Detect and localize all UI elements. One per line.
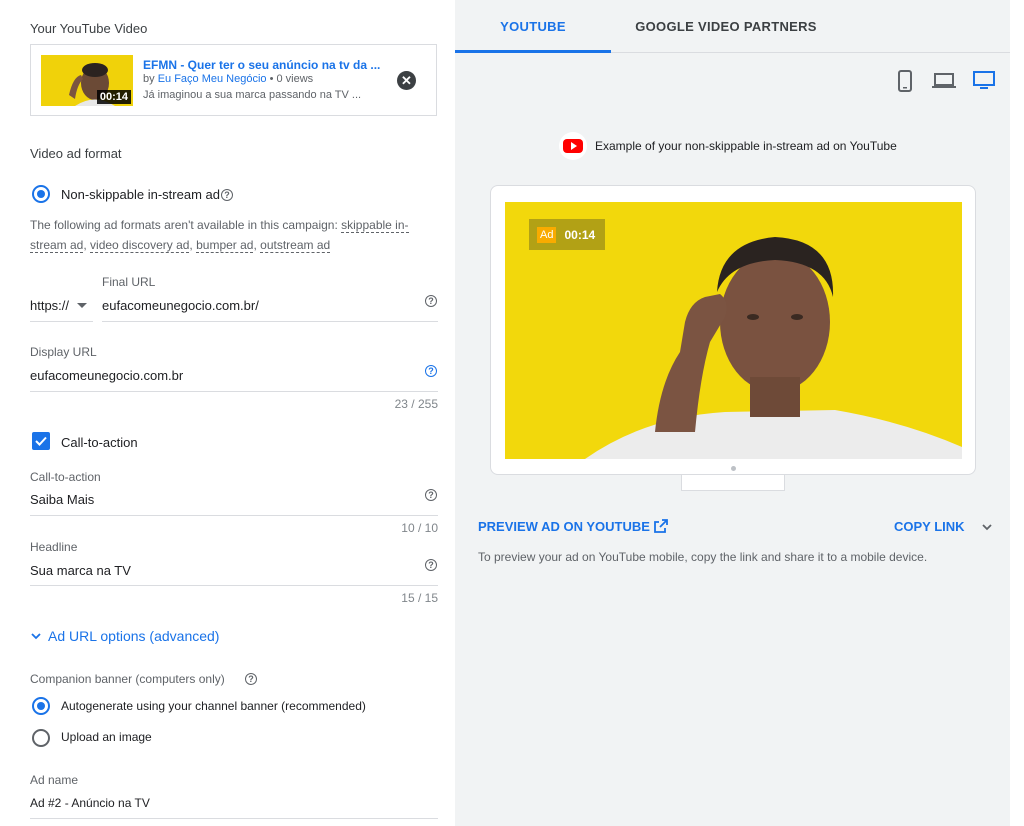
format-outstream[interactable]: outstream ad [260,238,331,253]
mobile-icon[interactable] [898,70,912,92]
upload-image-radio[interactable] [32,729,50,747]
upload-image-label: Upload an image [61,730,152,744]
display-url-underline [30,391,438,392]
protocol-value: https:// [30,298,70,313]
preview-on-youtube-link[interactable]: PREVIEW AD ON YOUTUBE [478,518,669,534]
preview-link-label: PREVIEW AD ON YOUTUBE [478,518,650,534]
cta-counter: 10 / 10 [401,521,438,535]
close-circle-icon[interactable]: ✕ [397,71,416,90]
ad-editor-panel: Your YouTube Video 00:14 EFMN - Quer ter… [0,0,456,826]
display-url-help-icon[interactable]: ? [425,365,437,377]
display-url-input[interactable]: eufacomeunegocio.com.br [30,368,183,383]
video-section-label: Your YouTube Video [30,21,148,36]
cta-input[interactable]: Saiba Mais [30,492,94,507]
format-help-icon[interactable]: ? [221,189,233,201]
format-discovery[interactable]: video discovery ad [90,238,190,253]
ad-name-input[interactable]: Ad #2 - Anúncio na TV [30,796,150,810]
open-in-new-icon [654,519,668,533]
video-views: • 0 views [266,73,314,85]
protocol-underline [30,321,93,322]
monitor-dot [731,466,736,471]
chevron-down-icon[interactable] [77,303,87,308]
headline-input[interactable]: Sua marca na TV [30,563,131,578]
format-bumper[interactable]: bumper ad [196,238,254,253]
ad-overlay-badge: Ad 00:14 [529,219,606,250]
ad-video-player[interactable]: Ad 00:14 [505,202,962,459]
autogenerate-label: Autogenerate using your channel banner (… [61,699,366,713]
format-section-label: Video ad format [30,146,122,161]
final-url-help-icon[interactable]: ? [425,295,437,307]
selected-video-card[interactable]: 00:14 EFMN - Quer ter o seu anúncio na t… [30,44,437,116]
headline-underline [30,585,438,586]
desktop-icon[interactable] [973,71,995,91]
active-tab-indicator [455,50,611,53]
companion-help-icon[interactable]: ? [245,673,257,685]
protocol-select[interactable]: https:// [30,298,69,313]
final-url-input[interactable]: eufacomeunegocio.com.br/ [102,298,259,313]
video-duration: 00:14 [96,90,131,104]
desktop-monitor-frame: Ad 00:14 [490,185,976,475]
video-description: Já imaginou a sua marca passando na TV .… [143,89,362,101]
video-by-prefix: by [143,73,158,85]
youtube-logo-icon [559,132,587,160]
copy-link-button[interactable]: COPY LINK [894,519,965,534]
video-meta: by Eu Faço Meu Negócio • 0 views [143,73,313,85]
preview-example-text: Example of your non-skippable in-stream … [595,139,897,153]
cta-checkbox-label: Call-to-action [61,435,138,450]
non-skippable-radio[interactable] [32,185,50,203]
chevron-down-icon[interactable] [981,521,993,533]
tab-gvp-label: GOOGLE VIDEO PARTNERS [635,18,817,34]
cta-checkbox[interactable] [32,432,50,450]
page-scrollbar-track[interactable] [1010,0,1024,826]
video-title[interactable]: EFMN - Quer ter o seu anúncio na tv da .… [143,58,380,72]
expand-chevron-icon [31,633,41,640]
tab-google-video-partners[interactable]: GOOGLE VIDEO PARTNERS [620,0,832,52]
final-url-underline [102,321,438,322]
cta-help-icon[interactable]: ? [425,489,437,501]
monitor-stand [681,475,785,491]
non-skippable-label: Non-skippable in-stream ad [61,187,220,202]
cta-field-label: Call-to-action [30,470,101,484]
format-notice-prefix: The following ad formats aren't availabl… [30,218,342,232]
tab-youtube[interactable]: YOUTUBE [455,0,611,52]
ad-name-underline [30,818,438,819]
laptop-icon[interactable] [932,72,956,90]
advanced-options-label: Ad URL options (advanced) [48,628,220,644]
headline-counter: 15 / 15 [401,591,438,605]
check-icon [35,436,47,446]
companion-label: Companion banner (computers only) [30,672,225,686]
cta-underline [30,515,438,516]
video-channel-link[interactable]: Eu Faço Meu Negócio [158,73,267,85]
ad-preview-panel: YOUTUBE GOOGLE VIDEO PARTNERS Example of… [455,0,1010,826]
final-url-label: Final URL [102,275,156,289]
display-url-label: Display URL [30,345,97,359]
format-notice: The following ad formats aren't availabl… [30,218,409,253]
headline-label: Headline [30,540,78,554]
advanced-options-toggle[interactable]: Ad URL options (advanced) [30,628,219,644]
tab-youtube-label: YOUTUBE [500,18,566,34]
mobile-preview-hint: To preview your ad on YouTube mobile, co… [478,550,928,564]
ad-name-label: Ad name [30,773,79,787]
display-url-counter: 23 / 255 [394,397,438,411]
ad-label-badge: Ad [537,226,557,243]
ad-countdown: 00:14 [564,227,596,242]
video-thumbnail[interactable]: 00:14 [41,55,133,106]
headline-help-icon[interactable]: ? [425,559,437,571]
autogenerate-radio[interactable] [32,697,50,715]
